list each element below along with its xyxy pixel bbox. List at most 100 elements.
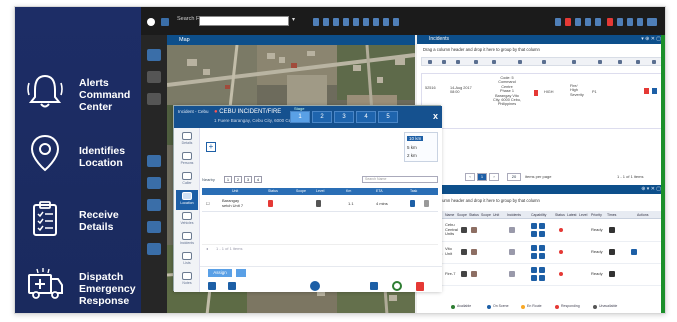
user-icon[interactable] <box>617 18 623 26</box>
col-capability[interactable]: Capability <box>531 213 546 217</box>
pager-prev-button[interactable]: ‹ <box>465 173 475 181</box>
unit-search-input[interactable]: Search Name <box>362 176 438 183</box>
share-icon[interactable] <box>370 282 378 290</box>
radius-option-1[interactable]: 10 km <box>407 136 424 141</box>
toolbar-icon-2[interactable] <box>323 18 329 26</box>
col-latest[interactable]: Latest <box>567 213 577 217</box>
menu-icon[interactable] <box>161 18 169 26</box>
col-name[interactable]: Name <box>445 213 454 217</box>
stage-4[interactable]: 4 <box>356 111 376 123</box>
res-col-status[interactable]: Status <box>268 189 278 193</box>
res-col-km[interactable]: Km <box>346 189 351 193</box>
stage-5[interactable]: 5 <box>378 111 398 123</box>
refresh-icon[interactable] <box>392 281 402 291</box>
col-incidents[interactable]: Incidents <box>507 213 521 217</box>
col-icon-8[interactable] <box>572 60 576 64</box>
rail-layers-icon[interactable] <box>147 71 161 83</box>
stage-2[interactable]: 2 <box>312 111 332 123</box>
units-header-tools[interactable]: ⊕ ▾ ✕ ▢ <box>641 185 661 194</box>
col-icon-10[interactable] <box>618 60 622 64</box>
unit-doc-icon[interactable] <box>509 227 515 233</box>
col-icon-9[interactable] <box>598 60 602 64</box>
result-task-icon[interactable] <box>410 200 415 207</box>
toolbar-icon-6[interactable] <box>363 18 369 26</box>
col-actions[interactable]: Actions <box>637 213 648 217</box>
pager-next-button[interactable]: › <box>489 173 499 181</box>
table-row[interactable]: ☐ Barangay setch Unit 7 1.1 4 mins <box>202 196 438 212</box>
col-icon-1[interactable] <box>428 60 432 64</box>
col-scope-2[interactable]: Scope <box>481 213 491 217</box>
incident-id[interactable]: 52516 <box>425 86 436 90</box>
unit-action-icon[interactable] <box>631 249 637 255</box>
unit-doc-icon[interactable] <box>509 271 515 277</box>
status-icon-2[interactable] <box>575 18 581 26</box>
toolbar-icon-8[interactable] <box>383 18 389 26</box>
col-level[interactable]: Level <box>579 213 587 217</box>
filter-button-4[interactable]: 4 <box>254 176 262 183</box>
help-icon[interactable] <box>637 18 643 26</box>
res-col-eta[interactable]: ETA <box>376 189 383 193</box>
sidebar-item-persons[interactable]: Persons <box>176 150 198 170</box>
incidents-header-tools[interactable]: ▾ ⊕ ✕ ▢ <box>641 35 661 44</box>
col-icon-4[interactable] <box>474 60 478 64</box>
sidebar-item-lists[interactable]: Lists <box>176 250 198 270</box>
unit-vehicle-icon[interactable] <box>609 249 615 255</box>
status-icon-4[interactable] <box>595 18 601 26</box>
dialog-close-button[interactable]: x <box>433 111 438 121</box>
unit-doc-icon[interactable] <box>509 249 515 255</box>
sidebar-item-vehicles[interactable]: Vehicles <box>176 210 198 230</box>
col-icon-2[interactable] <box>442 60 446 64</box>
notification-icon[interactable] <box>607 18 613 26</box>
assign-options-button[interactable] <box>236 269 246 277</box>
table-row[interactable]: Cebu Barangay Cebu Central Units Ready <box>421 221 663 242</box>
toolbar-icon-9[interactable] <box>393 18 399 26</box>
rail-incident-icon[interactable] <box>147 155 161 167</box>
toolbar-icon-5[interactable] <box>353 18 359 26</box>
status-icon-3[interactable] <box>585 18 591 26</box>
col-icon-12[interactable] <box>652 60 656 64</box>
result-checkbox[interactable]: ☐ <box>206 201 210 206</box>
col-times[interactable]: Times <box>607 213 616 217</box>
alert-icon[interactable] <box>565 18 571 26</box>
delete-icon[interactable] <box>416 282 424 291</box>
result-more-icon[interactable] <box>424 200 429 207</box>
settings-icon[interactable] <box>627 18 633 26</box>
toolbar-icon-3[interactable] <box>333 18 339 26</box>
radius-option-3[interactable]: 2 km <box>407 153 417 158</box>
sidebar-item-notes[interactable]: Notes <box>176 270 198 290</box>
col-icon-7[interactable] <box>542 60 546 64</box>
col-icon-6[interactable] <box>518 60 522 64</box>
res-col-unit[interactable]: Unit <box>232 189 238 193</box>
incident-alert-icon[interactable] <box>644 88 649 94</box>
results-pager-prev[interactable]: ◂ <box>206 246 208 251</box>
assign-button[interactable]: Assign <box>208 269 232 277</box>
col-unit[interactable]: Unit <box>493 213 499 217</box>
add-button[interactable]: + <box>206 142 216 152</box>
col-icon-3[interactable] <box>456 60 460 64</box>
stage-1[interactable]: 1 <box>290 111 310 123</box>
search-dropdown-icon[interactable]: ▾ <box>292 16 295 23</box>
send-icon[interactable] <box>208 282 216 290</box>
sidebar-item-details[interactable]: Details <box>176 130 198 150</box>
stage-3[interactable]: 3 <box>334 111 354 123</box>
sidebar-item-location[interactable]: Location <box>176 190 198 210</box>
col-icon-5[interactable] <box>492 60 496 64</box>
link-icon[interactable] <box>228 282 236 290</box>
logout-icon[interactable] <box>647 18 657 26</box>
radius-option-2[interactable]: 5 km <box>407 145 417 150</box>
filter-button-1[interactable]: 1 <box>224 176 232 183</box>
res-col-scope[interactable]: Scope <box>296 189 306 193</box>
col-icon-11[interactable] <box>636 60 640 64</box>
filter-button-3[interactable]: 3 <box>244 176 252 183</box>
rail-phone-icon[interactable] <box>147 199 161 211</box>
filter-button-2[interactable]: 2 <box>234 176 242 183</box>
rail-unit-icon[interactable] <box>147 177 161 189</box>
pager-current-page[interactable]: 1 <box>477 173 487 181</box>
res-col-task[interactable]: Task <box>410 189 417 193</box>
res-col-level[interactable]: Level <box>316 189 324 193</box>
toolbar-icon-4[interactable] <box>343 18 349 26</box>
rail-chat-icon[interactable] <box>147 243 161 255</box>
unit-vehicle-icon[interactable] <box>609 271 615 277</box>
unit-vehicle-icon[interactable] <box>609 227 615 233</box>
toolbar-icon-1[interactable] <box>313 18 319 26</box>
